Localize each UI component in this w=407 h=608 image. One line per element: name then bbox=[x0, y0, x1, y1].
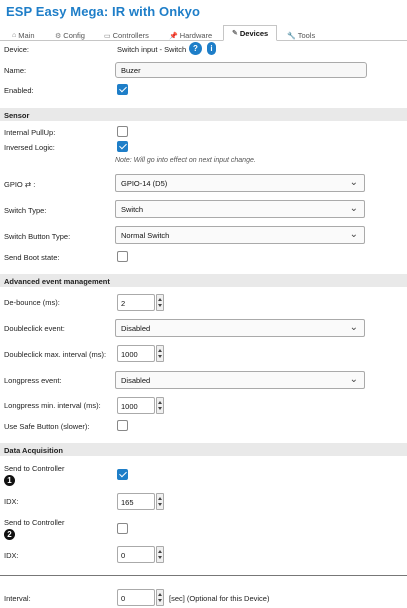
enabled-checkbox[interactable] bbox=[117, 84, 128, 95]
doubleclick-interval-input[interactable]: 1000 bbox=[117, 345, 155, 362]
tab-tools[interactable]: 🔧 Tools bbox=[287, 29, 315, 41]
divider bbox=[0, 575, 407, 576]
enabled-label: Enabled: bbox=[4, 86, 34, 95]
doubleclick-interval-label: Doubleclick max. interval (ms): bbox=[4, 350, 107, 359]
switch-type-label: Switch Type: bbox=[4, 206, 47, 215]
tab-devices[interactable]: ✎ Devices bbox=[223, 25, 278, 41]
debounce-spinner[interactable] bbox=[156, 294, 164, 311]
doubleclick-interval-spinner[interactable] bbox=[156, 345, 164, 362]
home-icon: ⌂ bbox=[12, 32, 17, 39]
gpio-label: GPIO ⇄ : bbox=[4, 180, 36, 189]
section-data-acquisition: Data Acquisition bbox=[0, 443, 407, 456]
safe-button-checkbox[interactable] bbox=[117, 420, 128, 431]
tab-controllers[interactable]: ▭ Controllers bbox=[104, 29, 149, 41]
section-advanced: Advanced event management bbox=[0, 274, 407, 287]
idx1-label: IDX: bbox=[4, 497, 19, 506]
debounce-label: De-bounce (ms): bbox=[4, 298, 60, 307]
switch-button-type-select[interactable]: Normal Switch ⌄ bbox=[115, 226, 365, 244]
chevron-down-icon: ⌄ bbox=[349, 229, 358, 240]
idx2-spinner[interactable] bbox=[156, 546, 164, 563]
tab-bar: ⌂ Main ⚙ Config ▭ Controllers 📌 Hardware… bbox=[0, 25, 407, 41]
tab-hardware[interactable]: 📌 Hardware bbox=[169, 29, 212, 41]
inversed-label: Inversed Logic: bbox=[4, 143, 55, 152]
idx1-spinner[interactable] bbox=[156, 493, 164, 510]
longpress-interval-label: Longpress min. interval (ms): bbox=[4, 401, 101, 410]
inversed-checkbox[interactable] bbox=[117, 141, 128, 152]
send1-label: Send to Controller bbox=[4, 464, 65, 473]
inversed-note: Note: Will go into effect on next input … bbox=[115, 157, 256, 164]
gpio-select[interactable]: GPIO-14 (D5) ⌄ bbox=[115, 174, 365, 192]
idx2-input[interactable]: 0 bbox=[117, 546, 155, 563]
name-input[interactable]: Buzer bbox=[115, 62, 367, 78]
doubleclick-label: Doubleclick event: bbox=[4, 324, 65, 333]
interval-unit: [sec] (Optional for this Device) bbox=[169, 594, 270, 603]
send-boot-label: Send Boot state: bbox=[4, 253, 60, 262]
pin-icon: 📌 bbox=[169, 32, 178, 40]
device-label: Device: bbox=[4, 45, 30, 54]
device-value: Switch input - Switch bbox=[117, 45, 187, 54]
longpress-label: Longpress event: bbox=[4, 376, 62, 385]
section-sensor: Sensor bbox=[0, 108, 407, 121]
interval-input[interactable]: 0 bbox=[117, 589, 155, 606]
wrench-icon: 🔧 bbox=[287, 32, 296, 40]
send2-checkbox[interactable] bbox=[117, 523, 128, 534]
send-boot-checkbox[interactable] bbox=[117, 251, 128, 262]
switch-type-select[interactable]: Switch ⌄ bbox=[115, 200, 365, 218]
pencil-icon: ✎ bbox=[232, 30, 238, 37]
doubleclick-select[interactable]: Disabled ⌄ bbox=[115, 319, 365, 337]
controller-2-badge: 2 bbox=[4, 529, 15, 540]
send1-checkbox[interactable] bbox=[117, 469, 128, 480]
safe-button-label: Use Safe Button (slower): bbox=[4, 422, 90, 431]
page-title: ESP Easy Mega: IR with Onkyo bbox=[6, 4, 201, 19]
pullup-label: Internal PullUp: bbox=[4, 128, 56, 137]
switch-button-type-label: Switch Button Type: bbox=[4, 232, 71, 241]
pullup-checkbox[interactable] bbox=[117, 126, 128, 137]
help-icon[interactable]: ? bbox=[189, 42, 202, 55]
chevron-down-icon: ⌄ bbox=[349, 322, 358, 333]
name-label: Name: bbox=[4, 66, 27, 75]
tab-main[interactable]: ⌂ Main bbox=[12, 29, 35, 41]
interval-spinner[interactable] bbox=[156, 589, 164, 606]
longpress-interval-input[interactable]: 1000 bbox=[117, 397, 155, 414]
longpress-select[interactable]: Disabled ⌄ bbox=[115, 371, 365, 389]
controller-1-badge: 1 bbox=[4, 475, 15, 486]
idx1-input[interactable]: 165 bbox=[117, 493, 155, 510]
chevron-down-icon: ⌄ bbox=[349, 177, 358, 188]
chevron-down-icon: ⌄ bbox=[349, 374, 358, 385]
gear-icon: ⚙ bbox=[55, 32, 62, 40]
info-icon[interactable]: i bbox=[207, 42, 216, 55]
debounce-input[interactable]: 2 bbox=[117, 294, 155, 311]
interval-label: Interval: bbox=[4, 594, 31, 603]
controller-icon: ▭ bbox=[104, 32, 111, 40]
tab-config[interactable]: ⚙ Config bbox=[55, 29, 85, 41]
longpress-interval-spinner[interactable] bbox=[156, 397, 164, 414]
idx2-label: IDX: bbox=[4, 551, 19, 560]
chevron-down-icon: ⌄ bbox=[349, 203, 358, 214]
send2-label: Send to Controller bbox=[4, 518, 65, 527]
